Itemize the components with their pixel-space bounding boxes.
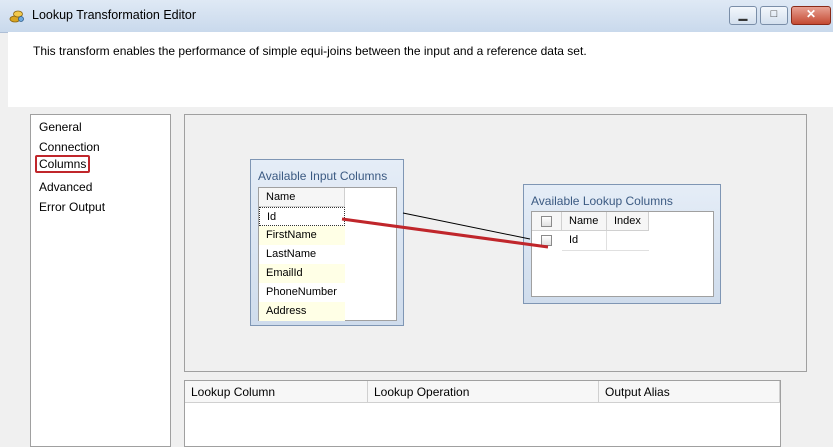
input-row-lastname[interactable]: LastName: [259, 245, 345, 264]
maximize-icon: □: [770, 8, 778, 20]
lookup-select-all-header: [532, 212, 562, 231]
lookup-row-id-index[interactable]: [607, 231, 649, 251]
header-lookup-operation[interactable]: Lookup Operation: [368, 381, 599, 403]
lookup-output-grid[interactable]: Lookup Column Lookup Operation Output Al…: [184, 380, 781, 447]
available-lookup-columns-box[interactable]: Available Lookup Columns Name Index Id: [523, 184, 721, 304]
close-icon: ✕: [805, 7, 817, 21]
description-text: This transform enables the performance o…: [33, 44, 587, 58]
nav-item-columns[interactable]: Columns: [35, 155, 91, 173]
minimize-button[interactable]: ▁: [729, 6, 757, 25]
lookup-columns-title: Available Lookup Columns: [531, 194, 673, 208]
input-row-address[interactable]: Address: [259, 302, 345, 321]
input-row-phonenumber[interactable]: PhoneNumber: [259, 283, 345, 302]
lookup-columns-grid: Name Index Id: [531, 211, 714, 297]
minimize-icon: ▁: [738, 9, 748, 21]
lookup-id-checkbox[interactable]: [541, 235, 552, 246]
close-button[interactable]: ✕: [791, 6, 831, 25]
input-row-id[interactable]: Id: [259, 207, 345, 226]
input-name-header: Name: [259, 188, 345, 207]
lookup-row-id[interactable]: Id: [562, 231, 607, 251]
lookup-row-checkbox-cell: [532, 231, 562, 251]
input-row-emailid[interactable]: EmailId: [259, 264, 345, 283]
title-bar: Lookup Transformation Editor ▁ □ ✕: [0, 0, 833, 33]
header-output-alias[interactable]: Output Alias: [599, 381, 780, 403]
nav-item-advanced[interactable]: Advanced: [37, 179, 94, 195]
select-all-checkbox[interactable]: [541, 216, 552, 227]
input-row-firstname[interactable]: FirstName: [259, 226, 345, 245]
page-nav-list: General Connection Columns Advanced Erro…: [30, 114, 171, 447]
lookup-name-header: Name: [562, 212, 607, 231]
input-columns-title: Available Input Columns: [258, 169, 388, 183]
window-title: Lookup Transformation Editor: [32, 8, 196, 22]
nav-item-error-output[interactable]: Error Output: [37, 199, 107, 215]
maximize-button[interactable]: □: [760, 6, 788, 25]
nav-item-general[interactable]: General: [37, 119, 84, 135]
nav-item-connection[interactable]: Connection: [37, 139, 102, 155]
lookup-index-header: Index: [607, 212, 649, 231]
header-lookup-column[interactable]: Lookup Column: [185, 381, 368, 403]
input-columns-grid: Name Id FirstName LastName EmailId Phone…: [258, 187, 397, 321]
package-icon: [9, 8, 25, 24]
available-input-columns-box[interactable]: Available Input Columns Name Id FirstNam…: [250, 159, 404, 326]
